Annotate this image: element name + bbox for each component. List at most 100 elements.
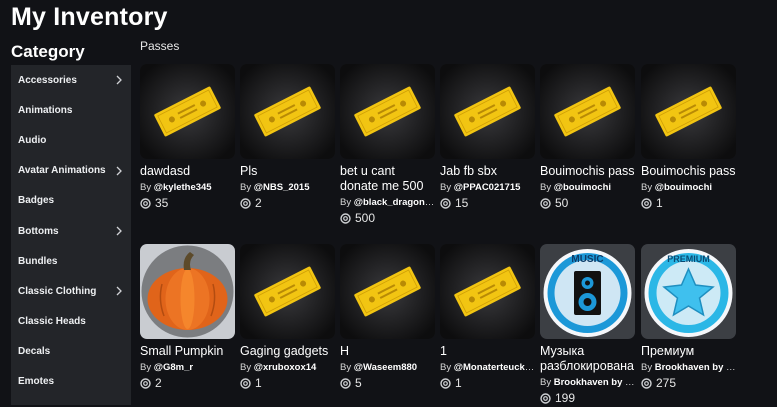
creator-name[interactable]: Brookhaven by V…: [655, 362, 736, 373]
inventory-item-card[interactable]: dawdasd By @kylethe345 35: [140, 64, 235, 210]
music-badge-icon[interactable]: MUSIC: [540, 244, 635, 339]
price-value: 275: [656, 376, 677, 390]
sidebar-item-badges[interactable]: Badges: [11, 186, 131, 216]
item-price: 1: [440, 376, 535, 390]
ticket-icon[interactable]: [340, 64, 435, 159]
price-value: 1: [656, 196, 663, 210]
creator-name[interactable]: @Waseem880: [354, 362, 417, 373]
premium-badge-icon[interactable]: PREMIUM: [641, 244, 736, 339]
creator-name[interactable]: @Monaterteuck1…: [454, 362, 535, 373]
ticket-icon[interactable]: [240, 64, 335, 159]
sidebar-item-accessories[interactable]: Accessories: [11, 65, 131, 95]
item-name[interactable]: 1: [440, 344, 535, 359]
sidebar-item-bottoms[interactable]: Bottoms: [11, 216, 131, 246]
item-price: 199: [540, 391, 635, 405]
by-prefix: By: [440, 362, 452, 373]
item-name[interactable]: Музыка разблокирована: [540, 344, 635, 374]
ticket-icon[interactable]: [140, 64, 235, 159]
creator-name[interactable]: @G8m_r: [154, 362, 193, 373]
item-name[interactable]: Pls: [240, 164, 335, 179]
item-creator[interactable]: By @G8m_r: [140, 362, 235, 373]
item-creator[interactable]: By Brookhaven by V…: [540, 377, 635, 388]
robux-icon: [641, 377, 652, 389]
item-creator[interactable]: By @black_dragon7…: [340, 197, 435, 208]
inventory-grid: dawdasd By @kylethe345 35 Pls By @NBS_2015 2 b…: [140, 64, 777, 405]
inventory-item-card[interactable]: Pls By @NBS_2015 2: [240, 64, 335, 210]
item-name[interactable]: Small Pumpkin: [140, 344, 235, 359]
by-prefix: By: [140, 182, 152, 193]
item-name[interactable]: bet u cant donate me 500: [340, 164, 435, 194]
item-creator[interactable]: By Brookhaven by V…: [641, 362, 736, 373]
ticket-icon[interactable]: [240, 244, 335, 339]
by-prefix: By: [140, 362, 152, 373]
ticket-icon[interactable]: [641, 64, 736, 159]
item-creator[interactable]: By @bouimochi: [540, 182, 635, 193]
item-name[interactable]: Bouimochis pass: [540, 164, 635, 179]
sidebar-item-audio[interactable]: Audio: [11, 125, 131, 155]
ticket-icon[interactable]: [340, 244, 435, 339]
creator-name[interactable]: @bouimochi: [655, 182, 712, 193]
pumpkin-image[interactable]: [140, 244, 235, 339]
inventory-item-card[interactable]: H By @Waseem880 5: [340, 244, 435, 390]
inventory-item-card[interactable]: Small Pumpkin By @G8m_r 2: [140, 244, 235, 390]
creator-name[interactable]: @xruboxox14: [254, 362, 317, 373]
item-creator[interactable]: By @PPAC021715: [440, 182, 535, 193]
sidebar-item-decals[interactable]: Decals: [11, 337, 131, 367]
sidebar-item-label: Classic Heads: [18, 316, 86, 328]
inventory-item-card[interactable]: Gaging gadgets By @xruboxox14 1: [240, 244, 335, 390]
inventory-item-card[interactable]: Bouimochis pass By @bouimochi 1: [641, 64, 736, 210]
inventory-item-card[interactable]: Bouimochis pass By @bouimochi 50: [540, 64, 635, 210]
inventory-item-card[interactable]: Jab fb sbx By @PPAC021715 15: [440, 64, 535, 210]
item-name[interactable]: Bouimochis pass: [641, 164, 736, 179]
item-name[interactable]: Gaging gadgets: [240, 344, 335, 359]
inventory-item-card[interactable]: 1 By @Monaterteuck1… 1: [440, 244, 535, 390]
item-price: 1: [641, 196, 736, 210]
premium-badge-text: PREMIUM: [667, 254, 710, 264]
item-name[interactable]: Премиум: [641, 344, 736, 359]
sidebar-item-emotes[interactable]: Emotes: [11, 367, 131, 397]
item-creator[interactable]: By @Monaterteuck1…: [440, 362, 535, 373]
inventory-item-card[interactable]: PREMIUM Премиум By Brookhaven by V… 275: [641, 244, 736, 390]
price-value: 2: [155, 376, 162, 390]
inventory-item-card[interactable]: MUSIC Музыка разблокирована By Brookhaven …: [540, 244, 635, 405]
sidebar-item-animations[interactable]: Animations: [11, 95, 131, 125]
item-price: 2: [140, 376, 235, 390]
robux-icon: [340, 377, 351, 389]
item-creator[interactable]: By @kylethe345: [140, 182, 235, 193]
creator-name[interactable]: @black_dragon7…: [354, 197, 435, 208]
sidebar-item-label: Emotes: [18, 376, 55, 388]
creator-name[interactable]: Brookhaven by V…: [554, 377, 635, 388]
robux-icon: [440, 377, 451, 389]
sidebar-item-classic-clothing[interactable]: Classic Clothing: [11, 276, 131, 306]
robux-icon: [641, 197, 652, 209]
inventory-item-card[interactable]: bet u cant donate me 500 By @black_dragon…: [340, 64, 435, 225]
sidebar-item-bundles[interactable]: Bundles: [11, 246, 131, 276]
item-price: 2: [240, 196, 335, 210]
item-name[interactable]: Jab fb sbx: [440, 164, 535, 179]
item-name[interactable]: dawdasd: [140, 164, 235, 179]
item-price: 35: [140, 196, 235, 210]
item-creator[interactable]: By @xruboxox14: [240, 362, 335, 373]
creator-name[interactable]: @PPAC021715: [454, 182, 521, 193]
robux-icon: [440, 197, 451, 209]
sidebar-item-avatar-animations[interactable]: Avatar Animations: [11, 156, 131, 186]
item-price: 1: [240, 376, 335, 390]
price-value: 50: [555, 196, 569, 210]
item-creator[interactable]: By @NBS_2015: [240, 182, 335, 193]
creator-name[interactable]: @NBS_2015: [254, 182, 310, 193]
by-prefix: By: [340, 197, 352, 208]
ticket-icon[interactable]: [440, 64, 535, 159]
item-creator[interactable]: By @Waseem880: [340, 362, 435, 373]
chevron-right-icon: [113, 165, 125, 177]
creator-name[interactable]: @kylethe345: [154, 182, 212, 193]
price-value: 1: [255, 376, 262, 390]
robux-icon: [540, 392, 551, 404]
ticket-icon[interactable]: [440, 244, 535, 339]
ticket-icon[interactable]: [540, 64, 635, 159]
item-name[interactable]: H: [340, 344, 435, 359]
price-value: 35: [155, 196, 169, 210]
item-creator[interactable]: By @bouimochi: [641, 182, 736, 193]
item-price: 275: [641, 376, 736, 390]
creator-name[interactable]: @bouimochi: [554, 182, 611, 193]
sidebar-item-classic-heads[interactable]: Classic Heads: [11, 307, 131, 337]
